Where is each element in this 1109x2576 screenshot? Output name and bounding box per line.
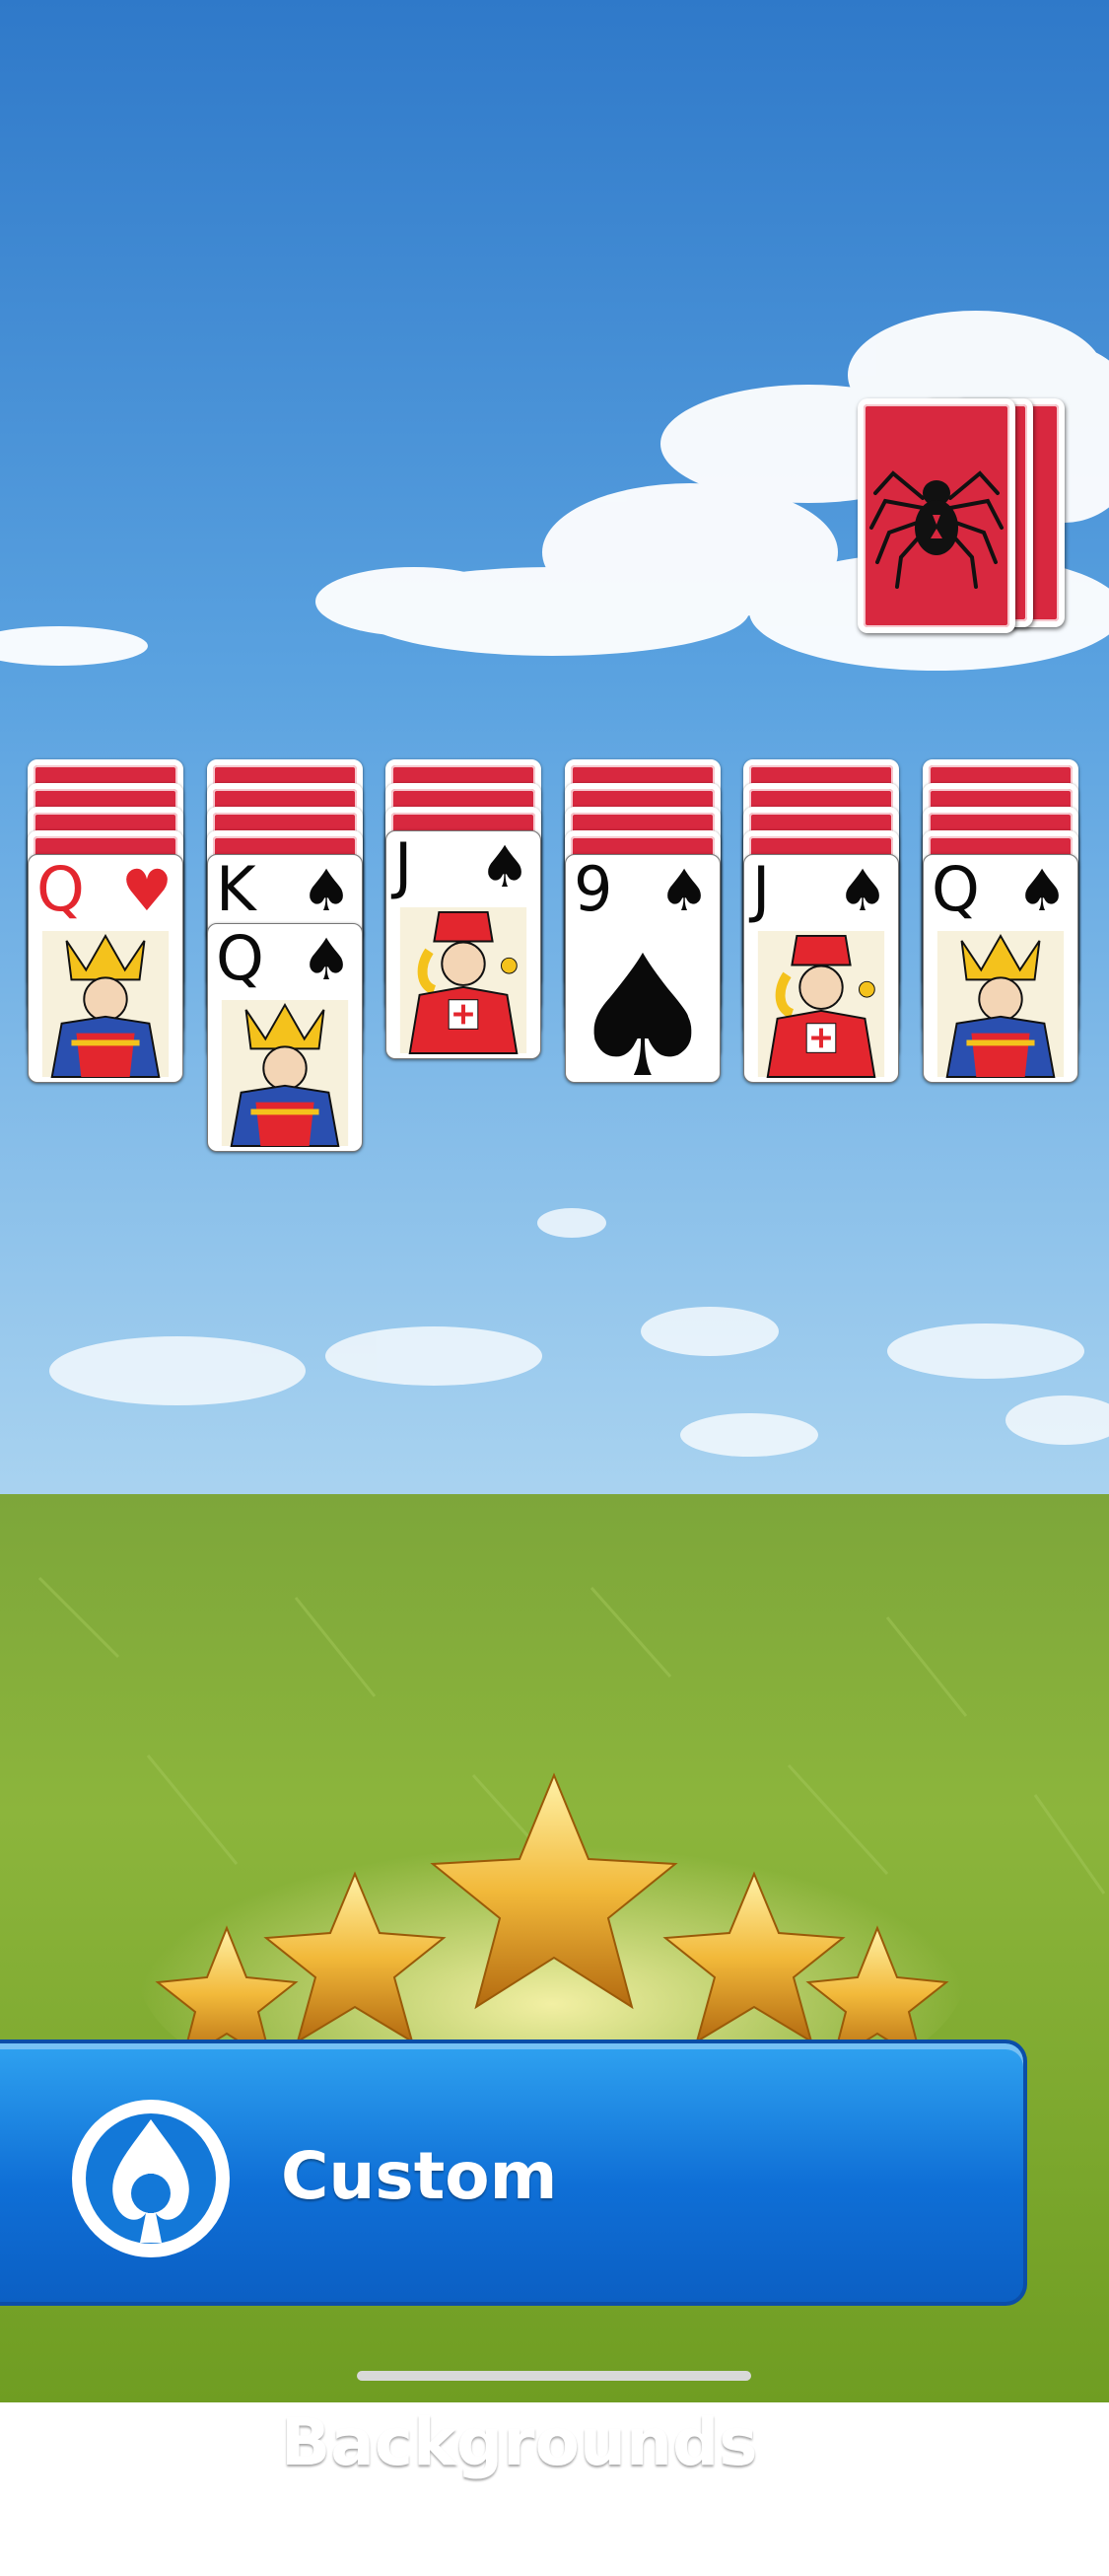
- playing-card[interactable]: Q ♠: [207, 923, 363, 1152]
- card-rank: J: [752, 854, 771, 925]
- card-rank: Q: [36, 854, 85, 925]
- card-suit-icon: ♠: [301, 857, 352, 924]
- sky: [0, 0, 1109, 1499]
- playing-card[interactable]: J ♠: [743, 854, 899, 1083]
- card-rank: Q: [932, 854, 980, 925]
- card-rank: 9: [574, 854, 613, 925]
- app-logo-icon: [72, 2100, 230, 2257]
- court-art: [212, 999, 358, 1147]
- card-rank: K: [216, 854, 256, 925]
- stock-pile[interactable]: [858, 398, 1084, 641]
- home-indicator[interactable]: [357, 2371, 751, 2381]
- court-art: [33, 930, 178, 1078]
- card-suit-icon: ♠: [301, 926, 352, 993]
- card-suit-icon: ♠: [658, 857, 710, 924]
- custom-backgrounds-banner[interactable]: Custom Backgrounds: [0, 2039, 1027, 2480]
- playing-card[interactable]: Q ♥: [28, 854, 183, 1083]
- card-suit-icon: ♠: [1016, 857, 1068, 924]
- stock-card-top: [858, 398, 1015, 633]
- court-art: [390, 906, 536, 1054]
- playing-card[interactable]: 9 ♠ ♠: [565, 854, 721, 1083]
- banner-title: Custom Backgrounds: [281, 2138, 758, 2480]
- court-art: [928, 930, 1074, 1078]
- card-suit-icon: ♠: [479, 833, 530, 900]
- card-suit-icon: ♥: [121, 857, 173, 924]
- center-suit-icon: ♠: [567, 920, 719, 1083]
- playing-card[interactable]: Q ♠: [923, 854, 1078, 1083]
- playing-card[interactable]: J ♠: [385, 830, 541, 1059]
- spider-icon: [869, 470, 1004, 589]
- card-suit-icon: ♠: [837, 857, 888, 924]
- card-rank: J: [394, 830, 413, 901]
- card-rank: Q: [216, 923, 264, 994]
- court-art: [748, 930, 894, 1078]
